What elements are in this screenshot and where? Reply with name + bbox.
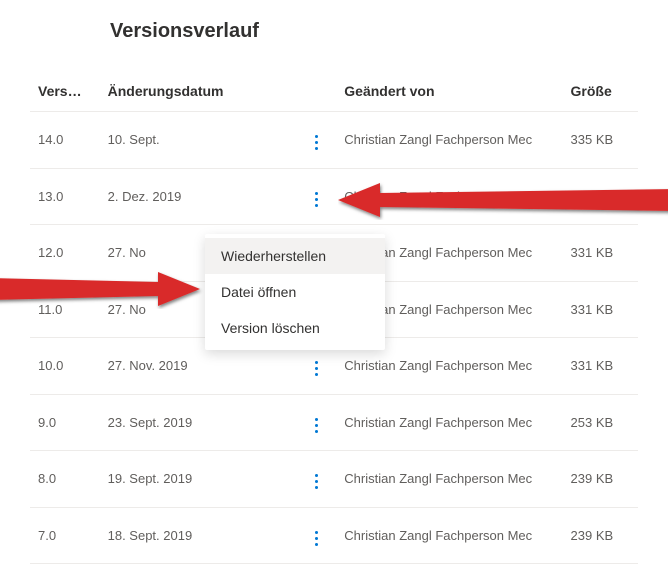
cell-version: 11.0 (30, 281, 100, 338)
more-icon[interactable] (308, 471, 326, 493)
menu-item-restore[interactable]: Wiederherstellen (205, 238, 385, 274)
cell-who: Christian Zangl Fachperson Mec (336, 507, 562, 564)
cell-version: 8.0 (30, 451, 100, 508)
table-row[interactable]: 14.010. Sept. Christian Zangl Fachperson … (30, 112, 638, 169)
cell-size: 239 KB (563, 451, 638, 508)
table-row[interactable]: 7.018. Sept. 2019 Christian Zangl Fachper… (30, 507, 638, 564)
cell-date: 2. Dez. 2019 (100, 168, 297, 225)
menu-item-delete[interactable]: Version löschen (205, 310, 385, 346)
menu-item-open[interactable]: Datei öffnen (205, 274, 385, 310)
cell-size: 331 KB (563, 281, 638, 338)
table-row[interactable]: 13.02. Dez. 2019 Christian Zangl Fachpers… (30, 168, 638, 225)
cell-size: 335 KB (563, 168, 638, 225)
more-icon[interactable] (308, 188, 326, 210)
cell-who: Christian Zangl Fachperson Mec (336, 451, 562, 508)
cell-version: 13.0 (30, 168, 100, 225)
cell-version: 14.0 (30, 112, 100, 169)
page-title: Versionsverlauf (110, 20, 638, 43)
context-menu: Wiederherstellen Datei öffnen Version lö… (205, 234, 385, 350)
cell-size: 331 KB (563, 338, 638, 395)
cell-date: 23. Sept. 2019 (100, 394, 297, 451)
more-icon[interactable] (308, 527, 326, 549)
col-header-size[interactable]: Größe (563, 71, 638, 112)
cell-size: 331 KB (563, 225, 638, 282)
cell-date: 19. Sept. 2019 (100, 451, 297, 508)
cell-date: 10. Sept. (100, 112, 297, 169)
col-header-version[interactable]: Vers… (30, 71, 100, 112)
more-icon[interactable] (308, 414, 326, 436)
cell-version: 12.0 (30, 225, 100, 282)
cell-version: 7.0 (30, 507, 100, 564)
more-icon[interactable] (308, 132, 326, 154)
cell-version: 9.0 (30, 394, 100, 451)
table-row[interactable]: 9.023. Sept. 2019 Christian Zangl Fachper… (30, 394, 638, 451)
table-row[interactable]: 8.019. Sept. 2019 Christian Zangl Fachper… (30, 451, 638, 508)
more-icon[interactable] (308, 358, 326, 380)
cell-who: Christian Zangl Fachperson Mec (336, 112, 562, 169)
col-header-date[interactable]: Änderungsdatum (100, 71, 297, 112)
cell-who: Christian Zangl Fachperson Mec (336, 168, 562, 225)
cell-date: 18. Sept. 2019 (100, 507, 297, 564)
cell-version: 10.0 (30, 338, 100, 395)
col-header-who[interactable]: Geändert von (336, 71, 562, 112)
cell-size: 239 KB (563, 507, 638, 564)
cell-size: 335 KB (563, 112, 638, 169)
cell-size: 253 KB (563, 394, 638, 451)
cell-who: Christian Zangl Fachperson Mec (336, 394, 562, 451)
